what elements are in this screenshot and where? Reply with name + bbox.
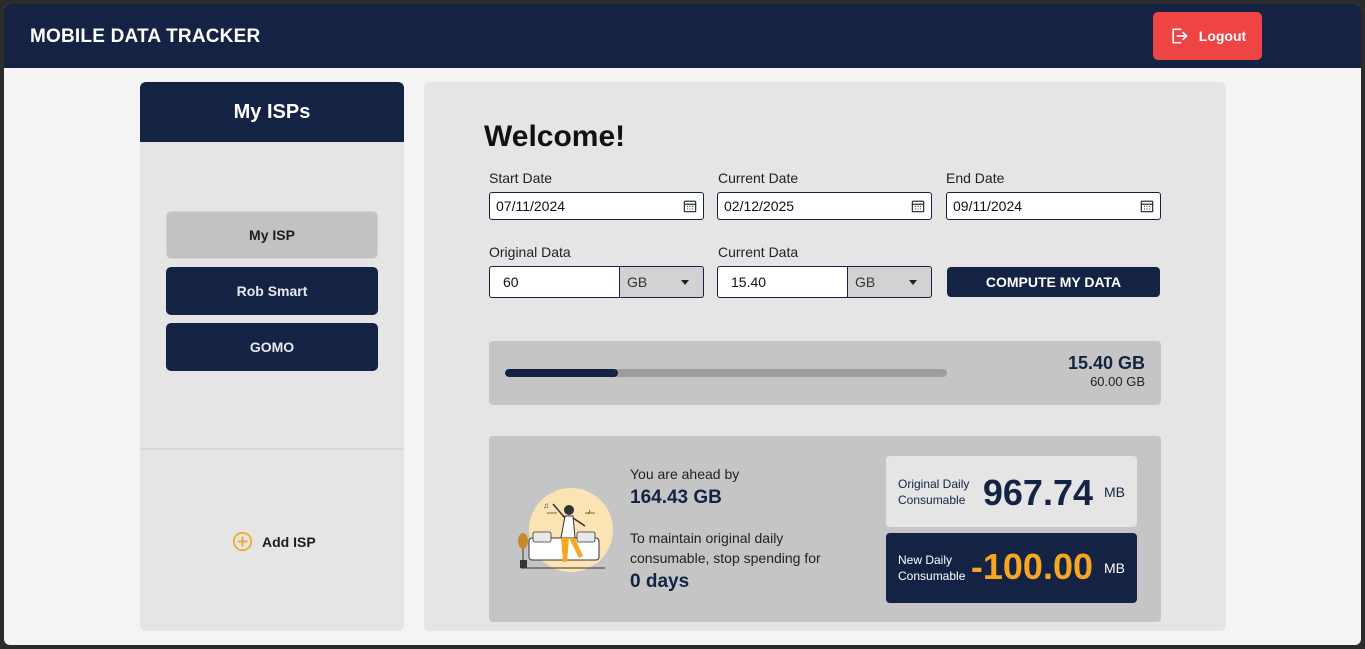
svg-text:♫: ♫ [543,501,549,510]
app-window: MOBILE DATA TRACKER Logout My ISPs My IS… [4,4,1361,645]
original-daily-box: Original Daily Consumable 967.74 MB [886,456,1137,527]
maintain-text: To maintain original daily consumable, s… [630,530,821,566]
current-data-input[interactable]: 15.40 [717,266,848,298]
logout-button[interactable]: Logout [1153,12,1262,60]
plus-circle-icon [232,531,253,552]
end-date-value: 09/11/2024 [953,198,1023,214]
sidebar-item-label: Rob Smart [236,283,308,299]
current-data-value: 15.40 [731,274,767,290]
usage-progress-bar [505,369,947,377]
sidebar-item-rob-smart[interactable]: Rob Smart [166,267,378,315]
consumption-stats-card: ♪ ♫ You are ahead by 164.43 GB To mainta… [489,436,1161,622]
days-value: 0 days [630,571,690,592]
original-daily-unit: MB [1104,484,1125,500]
sidebar-item-label: My ISP [249,227,295,243]
original-data-value: 60 [503,274,519,290]
sidebar-title: My ISPs [140,82,404,142]
ahead-label: You are ahead by [630,466,740,482]
total-data-value: 60.00 GB [1090,374,1145,389]
sidebar-item-gomo[interactable]: GOMO [166,323,378,371]
original-daily-label: Original Daily Consumable [898,477,970,507]
usage-progress-card: 15.40 GB 60.00 GB [489,341,1161,405]
caret-down-icon [681,280,689,285]
add-isp-label: Add ISP [262,533,316,550]
main-panel: Welcome! Start Date 07/11/2024 Current D… [424,82,1226,631]
current-date-input[interactable]: 02/12/2025 [717,192,932,220]
calendar-icon[interactable] [683,199,697,213]
sidebar-item-my-isp[interactable]: My ISP [166,211,378,259]
new-daily-value: -100.00 [970,546,1093,587]
new-daily-unit: MB [1104,560,1125,576]
calendar-icon[interactable] [1140,199,1154,213]
logout-label: Logout [1198,28,1247,44]
add-isp-button[interactable]: Add ISP [232,531,316,552]
current-data-unit-select[interactable]: GB [848,266,932,298]
compute-button[interactable]: COMPUTE MY DATA [947,267,1160,297]
start-date-input[interactable]: 07/11/2024 [489,192,704,220]
sidebar-item-label: GOMO [249,339,295,355]
dancing-person-illustration: ♪ ♫ [518,488,613,572]
logout-icon [1172,28,1188,44]
page-title: Welcome! [484,120,626,153]
current-data-label: Current Data [718,244,799,260]
current-date-label: Current Date [718,170,799,186]
svg-text:♪: ♪ [587,507,591,516]
original-data-label: Original Data [489,244,571,260]
current-date-value: 02/12/2025 [724,198,795,214]
new-daily-label: New Daily Consumable [898,553,966,583]
isp-sidebar: My ISPs My ISP Rob Smart GOMO Add ISP [140,82,404,631]
end-date-label: End Date [946,170,1005,186]
top-navbar: MOBILE DATA TRACKER Logout [4,4,1361,68]
ahead-value: 164.43 GB [630,487,722,508]
end-date-input[interactable]: 09/11/2024 [946,192,1161,220]
original-data-unit-select[interactable]: GB [620,266,704,298]
original-data-input[interactable]: 60 [489,266,620,298]
new-daily-box: New Daily Consumable -100.00 MB [886,533,1137,603]
caret-down-icon [909,280,917,285]
app-title: MOBILE DATA TRACKER [30,26,261,47]
usage-progress-fill [505,369,619,377]
sidebar-divider [140,448,404,450]
current-data-group: 15.40 GB [717,266,932,298]
unit-value: GB [855,274,876,290]
original-data-group: 60 GB [489,266,704,298]
start-date-label: Start Date [489,170,553,186]
unit-value: GB [627,274,648,290]
original-daily-value: 967.74 [982,472,1093,513]
calendar-icon[interactable] [911,199,925,213]
isp-list: My ISP Rob Smart GOMO [166,211,378,379]
current-usage-value: 15.40 GB [1067,353,1145,373]
start-date-value: 07/11/2024 [496,198,566,214]
